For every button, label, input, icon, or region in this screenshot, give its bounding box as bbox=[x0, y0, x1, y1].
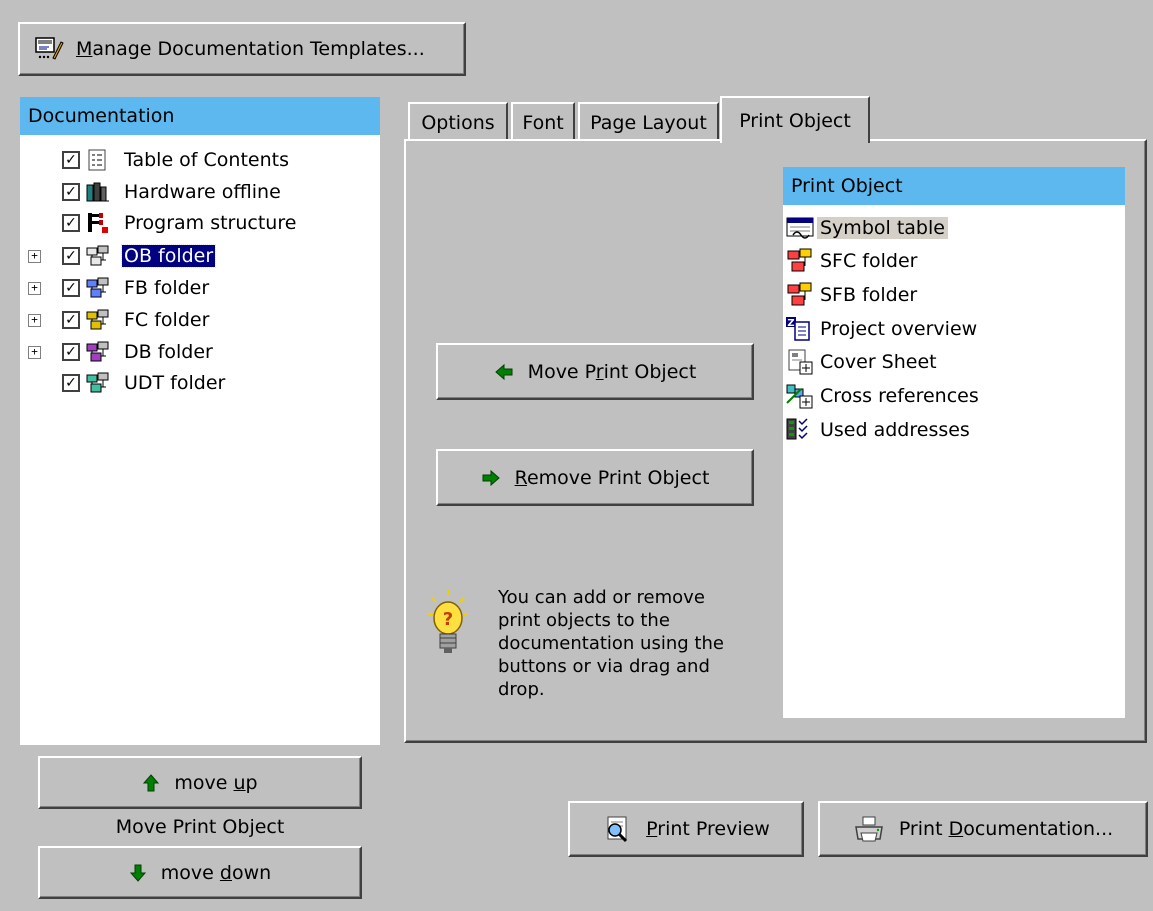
print-object-item-label: Used addresses bbox=[820, 418, 970, 441]
tab-label: Options bbox=[421, 111, 495, 134]
svg-text:?: ? bbox=[443, 609, 453, 630]
project-overview-icon: Z bbox=[785, 316, 815, 342]
tree-item-label: FC folder bbox=[124, 309, 210, 331]
hardware-icon bbox=[86, 181, 110, 203]
tree-item-label: OB folder bbox=[120, 244, 217, 268]
cross-references-icon bbox=[785, 383, 815, 409]
tree-item-checkbox[interactable]: ✓ bbox=[62, 279, 80, 297]
lightbulb-icon: ? bbox=[428, 590, 468, 653]
template-edit-icon bbox=[35, 37, 64, 60]
tree-item-label: Table of Contents bbox=[124, 149, 289, 171]
ob-folder-icon bbox=[86, 245, 110, 267]
move-down-button[interactable]: move down bbox=[38, 846, 362, 899]
tree-item-checkbox[interactable]: ✓ bbox=[62, 151, 80, 169]
documentation-header-label: Documentation bbox=[28, 105, 175, 127]
tree-item-checkbox[interactable]: ✓ bbox=[62, 214, 80, 232]
svg-text:Z: Z bbox=[787, 318, 794, 329]
expand-plus-icon[interactable]: + bbox=[28, 281, 41, 295]
move-up-label: move up bbox=[174, 771, 258, 794]
arrow-up-icon bbox=[143, 773, 160, 791]
print-object-list-item[interactable]: SFC folder bbox=[785, 244, 920, 277]
print-object-item-label: Cover Sheet bbox=[820, 350, 937, 373]
print-object-list[interactable]: Symbol table SFC folder SFB folder Z Project… bbox=[783, 205, 1125, 718]
expand-plus-icon[interactable]: + bbox=[28, 313, 41, 327]
move-down-label: move down bbox=[160, 861, 272, 884]
print-object-list-header-label: Print Object bbox=[791, 175, 903, 197]
sfb-folder-icon bbox=[785, 282, 815, 308]
documentation-header: Documentation bbox=[20, 97, 380, 135]
tab-font[interactable]: Font bbox=[511, 102, 575, 141]
tab-options[interactable]: Options bbox=[408, 102, 508, 141]
tab-label: Font bbox=[522, 111, 564, 134]
expand-plus-icon[interactable]: + bbox=[28, 345, 41, 359]
print-documentation-button[interactable]: Print Documentation... bbox=[818, 801, 1148, 857]
fb-folder-icon bbox=[86, 277, 110, 299]
tree-item-label: DB folder bbox=[124, 341, 213, 363]
expand-plus-icon[interactable]: + bbox=[28, 249, 41, 263]
sfc-folder-icon bbox=[785, 248, 815, 274]
tree-item-checkbox[interactable]: ✓ bbox=[62, 247, 80, 265]
tree-item-checkbox[interactable]: ✓ bbox=[62, 374, 80, 392]
tab-page-layout[interactable]: Page Layout bbox=[578, 102, 719, 141]
tab-label: Print Object bbox=[739, 109, 851, 132]
used-addresses-icon bbox=[785, 417, 815, 443]
arrow-down-icon bbox=[129, 864, 146, 882]
tree-item[interactable]: ✓ Table of Contents bbox=[20, 145, 380, 175]
print-documentation-label: Print Documentation... bbox=[898, 818, 1114, 840]
cover-sheet-icon bbox=[785, 349, 815, 375]
tree-item[interactable]: + ✓ DB folder bbox=[20, 337, 380, 367]
tree-item[interactable]: + ✓ FC folder bbox=[20, 305, 380, 335]
fc-folder-icon bbox=[86, 309, 110, 331]
program-structure-icon bbox=[86, 212, 110, 234]
table-of-contents-icon bbox=[86, 149, 110, 171]
hint-text: You can add or remove print objects to t… bbox=[498, 587, 724, 700]
print-object-list-item[interactable]: Cover Sheet bbox=[785, 345, 940, 378]
print-preview-button[interactable]: Print Preview bbox=[568, 801, 804, 857]
tab-print-object[interactable]: Print Object bbox=[720, 96, 870, 143]
tree-item-checkbox[interactable]: ✓ bbox=[62, 183, 80, 201]
move-print-object-label: Move Print Object bbox=[527, 360, 697, 383]
print-object-list-item[interactable]: SFB folder bbox=[785, 278, 920, 311]
manage-templates-label: Manage Documentation Templates... bbox=[76, 38, 425, 60]
remove-print-object-button[interactable]: Remove Print Object bbox=[436, 449, 754, 506]
tree-item-checkbox[interactable]: ✓ bbox=[62, 343, 80, 361]
tab-label: Page Layout bbox=[590, 111, 707, 134]
print-preview-icon bbox=[607, 816, 628, 843]
print-object-list-header: Print Object bbox=[783, 167, 1125, 205]
print-object-item-label: SFC folder bbox=[820, 249, 918, 272]
printer-icon bbox=[854, 816, 883, 842]
print-object-item-label: Cross references bbox=[820, 384, 979, 407]
arrow-left-icon bbox=[494, 363, 513, 380]
remove-print-object-label: Remove Print Object bbox=[514, 466, 710, 489]
print-object-list-item[interactable]: Used addresses bbox=[785, 413, 973, 446]
move-print-object-caption: Move Print Object bbox=[115, 816, 285, 838]
symbol-table-icon bbox=[785, 215, 815, 241]
udt-folder-icon bbox=[86, 372, 110, 394]
move-print-object-button[interactable]: Move Print Object bbox=[436, 343, 754, 400]
tree-item-label: Hardware offline bbox=[124, 181, 281, 203]
tree-item[interactable]: + ✓ FB folder bbox=[20, 273, 380, 303]
tree-item-checkbox[interactable]: ✓ bbox=[62, 311, 80, 329]
print-object-item-label: SFB folder bbox=[820, 283, 918, 306]
arrow-right-icon bbox=[482, 469, 500, 486]
print-object-list-item[interactable]: Symbol table bbox=[785, 211, 948, 244]
move-up-button[interactable]: move up bbox=[38, 756, 362, 809]
print-object-item-label: Symbol table bbox=[817, 216, 948, 239]
manage-templates-button[interactable]: Manage Documentation Templates... bbox=[18, 22, 466, 76]
tree-item-label: Program structure bbox=[124, 212, 297, 234]
tree-item-label: UDT folder bbox=[124, 372, 226, 394]
tree-item-label: FB folder bbox=[124, 277, 210, 299]
print-preview-label: Print Preview bbox=[646, 818, 770, 840]
tree-item[interactable]: ✓ Hardware offline bbox=[20, 177, 380, 207]
documentation-tree[interactable]: ✓ Table of Contents ✓ Hardware offline ✓ Prog… bbox=[20, 135, 380, 745]
tree-item[interactable]: + ✓ OB folder bbox=[20, 241, 380, 271]
tree-item[interactable]: ✓ UDT folder bbox=[20, 368, 380, 398]
tree-item[interactable]: ✓ Program structure bbox=[20, 208, 380, 238]
print-object-list-item[interactable]: Cross references bbox=[785, 379, 982, 412]
print-object-list-item[interactable]: Z Project overview bbox=[785, 312, 980, 345]
db-folder-icon bbox=[86, 341, 110, 363]
print-object-item-label: Project overview bbox=[820, 317, 978, 340]
